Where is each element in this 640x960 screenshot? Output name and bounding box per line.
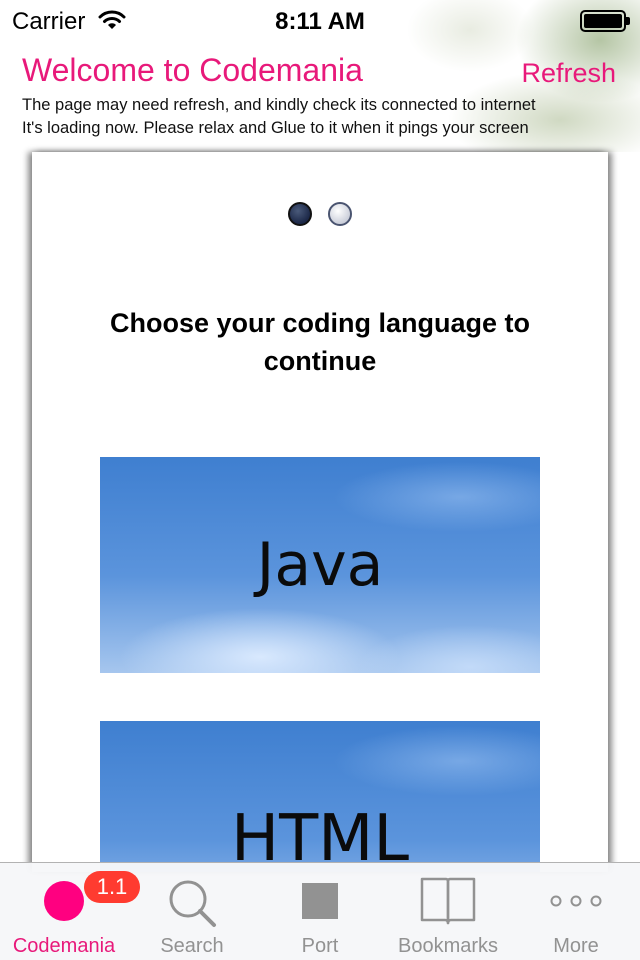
tab-search[interactable]: Search [128,863,256,960]
circle-icon [44,881,84,921]
more-icon [550,895,602,907]
status-bar: Carrier 8:11 AM [0,0,640,40]
info-text-connection: The page may need refresh, and kindly ch… [22,96,536,114]
battery-icon [580,10,630,32]
search-icon [169,880,216,927]
tab-label-codemania: Codemania [12,935,116,957]
page-dot-1[interactable] [288,202,312,226]
java-label: Java [256,530,384,600]
tab-label-bookmarks: Bookmarks [397,935,499,957]
language-prompt: Choose your coding language to continue [109,308,531,376]
tab-label-search: Search [160,935,224,957]
tab-label-more: More [553,935,599,957]
book-icon [420,877,476,925]
square-icon [302,883,338,919]
page-title: Welcome to Codemania [22,52,363,88]
html-label: HTML [230,802,410,872]
java-language-button[interactable]: Java [100,457,540,673]
tab-codemania[interactable]: 1.1 Codemania [0,863,140,960]
html-language-button[interactable]: HTML [100,721,540,872]
language-card: Choose your coding language to continue … [32,152,608,872]
tab-more[interactable]: More [512,863,640,960]
header: Carrier 8:11 AM Welcome to Codemania Ref… [0,0,640,152]
tab-bar: 1.1 Codemania Search Port Bookmarks More [0,862,640,960]
info-text-loading: It's loading now. Please relax and Glue … [22,119,529,137]
page-indicator[interactable] [32,202,608,226]
tab-port[interactable]: Port [256,863,384,960]
refresh-button[interactable]: Refresh [521,58,616,89]
tab-bookmarks[interactable]: Bookmarks [384,863,512,960]
clock: 8:11 AM [275,8,365,35]
tab-label-port: Port [301,935,339,957]
page-dot-2[interactable] [328,202,352,226]
